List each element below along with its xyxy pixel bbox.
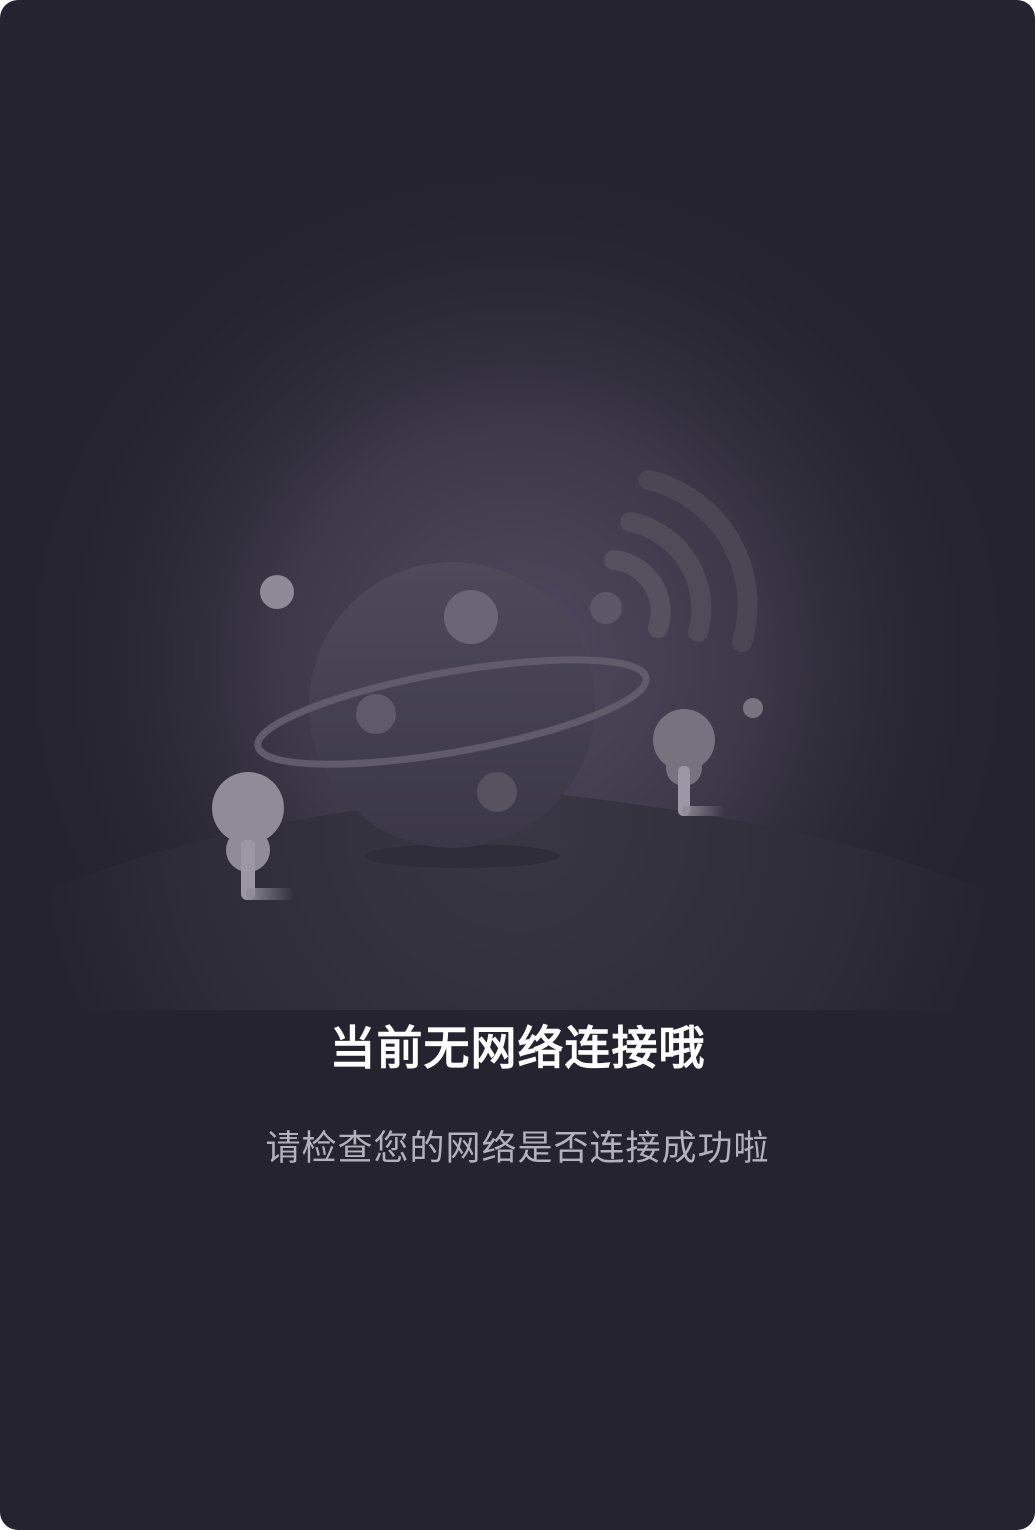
- empty-state-title: 当前无网络连接哦: [329, 1021, 706, 1075]
- no-network-screen: 当前无网络连接哦 请检查您的网络是否连接成功啦: [0, 0, 1035, 1530]
- empty-state-message: 请检查您的网络是否连接成功啦: [265, 1129, 770, 1169]
- star-dot: [743, 698, 763, 718]
- no-network-illustration: [0, 0, 1035, 1010]
- star-dot: [260, 575, 294, 609]
